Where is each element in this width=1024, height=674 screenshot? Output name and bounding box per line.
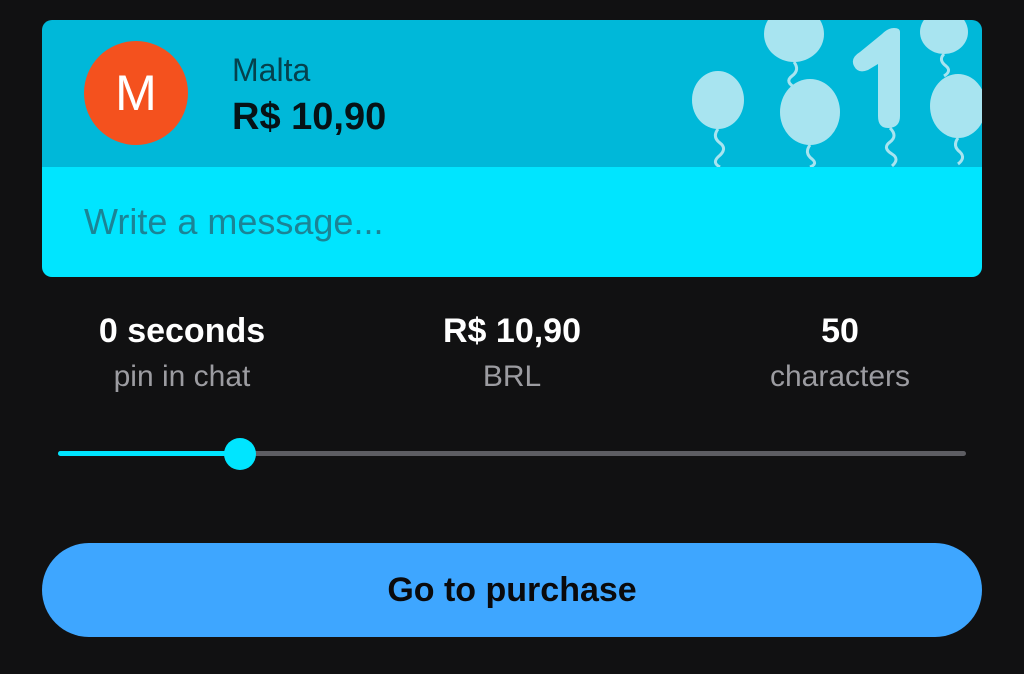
super-chat-purchase-panel: M Malta R$ 10,90 Write a message... 0 se… [0,0,1024,674]
characters-label: characters [769,360,911,393]
message-area [42,167,982,277]
slider-thumb[interactable] [224,438,256,470]
avatar: M [84,41,188,145]
price-value: R$ 10,90 [443,312,581,350]
message-input[interactable] [84,199,944,245]
go-to-purchase-button[interactable]: Go to purchase [42,543,982,637]
channel-name: Malta [232,52,311,88]
currency-label: BRL [482,360,542,393]
pin-duration-label: pin in chat [113,360,251,393]
pin-duration-value: 0 seconds [98,312,266,350]
amount-slider[interactable] [58,434,966,474]
stat-characters: 50 characters [700,310,980,396]
characters-value: 50 [821,312,859,350]
balloons-decoration-icon [692,20,982,167]
stat-pin-duration: 0 seconds pin in chat [42,310,322,396]
stat-price: R$ 10,90 BRL [372,310,652,396]
super-chat-preview-card: M Malta R$ 10,90 [42,20,982,277]
slider-fill [58,451,240,456]
card-header: M Malta R$ 10,90 [42,20,982,167]
super-chat-amount: R$ 10,90 [232,96,387,138]
